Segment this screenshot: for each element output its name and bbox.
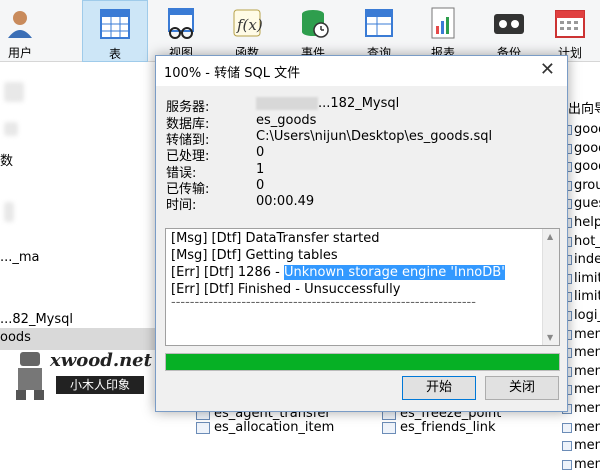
watermark: xwood.net 小木人印象 — [14, 348, 164, 404]
info-value: 0 — [256, 145, 265, 160]
tree-item-selected: oods — [0, 330, 31, 345]
tree-item[interactable]: ...82_Mysql — [0, 312, 73, 327]
scroll-up-arrow-icon[interactable]: ▲ — [547, 232, 553, 241]
table-icon — [562, 441, 572, 452]
tree-item[interactable]: 数 — [0, 150, 13, 169]
dialog-title: 100% - 转储 SQL 文件 — [164, 66, 301, 81]
toolbar-report-button[interactable]: 报表 — [410, 0, 476, 62]
log-scrollbar[interactable]: ▲ ▼ — [542, 229, 559, 345]
table-icon — [100, 9, 130, 39]
start-button[interactable]: 开始 — [402, 376, 476, 400]
redacted-block — [4, 82, 24, 102]
close-icon[interactable]: ✕ — [540, 59, 555, 80]
object-list-item[interactable]: mem — [560, 420, 600, 435]
toolbar-table-label: 表 — [108, 47, 121, 61]
log-line: [Msg] [Dtf] Getting tables — [171, 248, 338, 263]
progress-bar — [165, 353, 560, 371]
info-value: 1 — [256, 162, 265, 177]
svg-text:f(x): f(x) — [236, 16, 263, 34]
view-icon — [168, 8, 194, 39]
toolbar-event-button[interactable]: 事件 — [280, 0, 346, 62]
info-value: ...182_Mysql — [256, 96, 399, 111]
schedule-icon — [555, 10, 585, 38]
user-icon — [8, 11, 32, 38]
progress-fill — [166, 354, 559, 370]
object-list-item[interactable]: es_allocation_item — [196, 420, 334, 435]
info-value: es_goods — [256, 113, 317, 128]
tree-selected-row[interactable]: oods — [0, 328, 170, 350]
redacted-block — [4, 202, 14, 222]
log-line-error: [Err] [Dtf] 1286 - Unknown storage engin… — [171, 265, 505, 280]
dialog-title-bar: 100% - 转储 SQL 文件 ✕ — [156, 56, 567, 86]
robot-logo-icon — [16, 352, 44, 400]
main-toolbar: 用户 表 视图 f(x) 函数 事件 查询 报表 备份 计划 — [0, 0, 600, 62]
tree-item[interactable]: ..._ma — [0, 250, 40, 265]
toolbar-backup-button[interactable]: 备份 — [476, 0, 542, 62]
redacted-block — [4, 122, 18, 136]
scroll-down-arrow-icon[interactable]: ▼ — [547, 333, 553, 342]
backup-icon — [494, 14, 524, 34]
object-list-item[interactable]: mem — [560, 438, 600, 453]
toolbar-schedule-button[interactable]: 计划 — [540, 0, 600, 62]
close-button[interactable]: 关闭 — [485, 376, 559, 400]
info-value: C:\Users\nijun\Desktop\es_goods.sql — [256, 129, 493, 144]
event-icon — [302, 10, 329, 38]
table-icon — [196, 422, 210, 434]
info-value: 0 — [256, 178, 265, 193]
watermark-subtitle: 小木人印象 — [56, 376, 144, 394]
report-icon — [431, 7, 455, 39]
log-textarea[interactable]: [Msg] [Dtf] DataTransfer started [Msg] [… — [165, 228, 560, 346]
dump-sql-dialog: 100% - 转储 SQL 文件 ✕ 服务器: ...182_Mysql 数据库… — [155, 55, 568, 412]
toolbar-function-button[interactable]: f(x) 函数 — [214, 0, 280, 62]
query-icon — [365, 9, 393, 37]
toolbar-table-button[interactable]: 表 — [82, 0, 148, 62]
masked-text — [256, 97, 318, 110]
log-separator: ----------------------------------------… — [171, 295, 476, 310]
info-value: 00:00.49 — [256, 194, 315, 209]
toolbar-view-button[interactable]: 视图 — [148, 0, 214, 62]
toolbar-query-button[interactable]: 查询 — [346, 0, 412, 62]
info-label: 时间: — [166, 198, 197, 213]
table-icon — [382, 422, 396, 434]
log-line: [Msg] [Dtf] DataTransfer started — [171, 231, 380, 246]
object-list-item[interactable]: es_friends_link — [382, 420, 496, 435]
table-icon — [562, 459, 572, 470]
toolbar-user-button[interactable]: 用户 — [0, 0, 40, 62]
toolbar-user-label: 用户 — [7, 46, 32, 60]
table-icon — [562, 422, 572, 433]
selected-error-text: Unknown storage engine 'InnoDB' — [283, 265, 505, 280]
watermark-brand: xwood.net — [50, 350, 152, 371]
function-icon: f(x) — [233, 9, 263, 37]
object-list-item[interactable]: mem — [560, 457, 600, 472]
